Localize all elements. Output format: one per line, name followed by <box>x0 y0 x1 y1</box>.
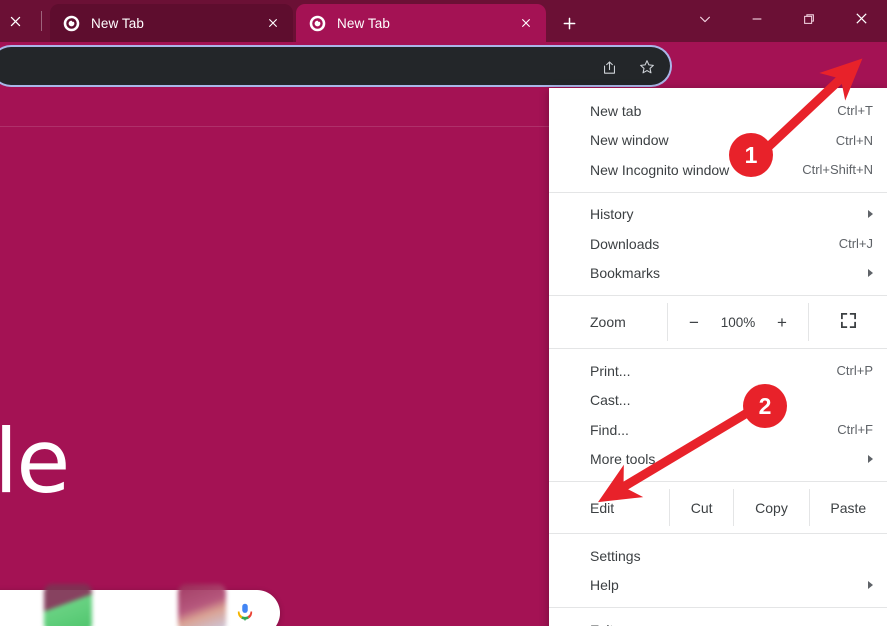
chrome-main-menu: New tab Ctrl+T New window Ctrl+N New Inc… <box>549 88 887 626</box>
tab-active[interactable]: New Tab <box>296 4 546 42</box>
menu-item-label: More tools <box>590 451 656 468</box>
browser-window: New Tab New Tab le New tab Ctrl+T New wi… <box>0 0 887 626</box>
tab-strip: New Tab New Tab <box>0 0 887 42</box>
chrome-icon <box>309 15 326 32</box>
chevron-down-icon <box>698 12 712 31</box>
submenu-arrow-icon <box>868 210 873 219</box>
menu-item-find[interactable]: Find... Ctrl+F <box>549 415 887 445</box>
tab-title: New Tab <box>91 15 144 31</box>
shortcut-tile[interactable] <box>44 584 92 626</box>
menu-item-label: Downloads <box>590 235 660 252</box>
menu-item-label: New tab <box>590 102 642 119</box>
menu-item-print[interactable]: Print... Ctrl+P <box>549 356 887 386</box>
menu-item-downloads[interactable]: Downloads Ctrl+J <box>549 229 887 259</box>
menu-item-shortcut: Ctrl+Shift+N <box>802 162 873 178</box>
restore-icon <box>802 12 816 31</box>
menu-item-history[interactable]: History <box>549 200 887 230</box>
shortcut-tile[interactable] <box>178 584 226 626</box>
menu-item-label: Exit <box>590 622 873 626</box>
minimize-icon <box>750 12 764 31</box>
browser-toolbar <box>0 42 887 121</box>
new-tab-button[interactable] <box>556 10 582 36</box>
annotation-badge-2: 2 <box>743 384 787 428</box>
zoom-in-button[interactable]: + <box>765 303 799 341</box>
menu-item-bookmarks[interactable]: Bookmarks <box>549 259 887 289</box>
zoom-controls: − 100% + <box>667 303 809 341</box>
menu-item-help[interactable]: Help <box>549 571 887 601</box>
menu-item-new-tab[interactable]: New tab Ctrl+T <box>549 96 887 126</box>
copy-button[interactable]: Copy <box>733 489 808 526</box>
fullscreen-button[interactable] <box>809 303 887 341</box>
star-icon[interactable] <box>636 56 658 78</box>
menu-item-label: Help <box>590 577 619 594</box>
tab-close-icon[interactable] <box>516 13 536 33</box>
menu-item-new-window[interactable]: New window Ctrl+N <box>549 126 887 156</box>
search-box[interactable] <box>0 590 280 626</box>
menu-item-shortcut: Ctrl+J <box>838 236 873 252</box>
menu-item-settings[interactable]: Settings <box>549 541 887 571</box>
zoom-label: Zoom <box>590 314 626 330</box>
menu-row-edit: Edit Cut Copy Paste <box>549 489 887 526</box>
tab-close-icon[interactable] <box>263 13 283 33</box>
window-controls <box>679 0 887 42</box>
zoom-out-button[interactable]: − <box>677 303 711 341</box>
close-icon <box>854 11 869 31</box>
menu-row-zoom: Zoom − 100% + <box>549 303 887 341</box>
menu-item-label: Print... <box>590 362 631 379</box>
menu-item-label: Cast... <box>590 392 631 409</box>
menu-separator <box>549 191 887 193</box>
menu-separator <box>549 348 887 349</box>
menu-item-cast[interactable]: Cast... <box>549 386 887 416</box>
share-icon[interactable] <box>598 56 620 78</box>
google-logo: gle <box>0 410 70 513</box>
menu-item-shortcut: Ctrl+N <box>835 132 873 148</box>
menu-item-label: New window <box>590 132 669 149</box>
submenu-arrow-icon <box>868 581 873 590</box>
chrome-icon <box>63 15 80 32</box>
menu-separator <box>549 295 887 296</box>
menu-item-shortcut: Ctrl+P <box>836 363 873 379</box>
annotation-badge-1: 1 <box>729 133 773 177</box>
menu-item-label: Bookmarks <box>590 265 661 282</box>
minimize-button[interactable] <box>731 0 783 42</box>
menu-item-label: Settings <box>590 547 641 564</box>
fullscreen-icon <box>840 312 857 332</box>
menu-item-new-incognito-window[interactable]: New Incognito window Ctrl+Shift+N <box>549 155 887 185</box>
menu-separator <box>549 481 887 482</box>
menu-item-more-tools[interactable]: More tools <box>549 445 887 475</box>
close-window-button[interactable] <box>835 0 887 42</box>
microphone-icon[interactable] <box>234 601 256 623</box>
menu-separator <box>549 607 887 608</box>
submenu-arrow-icon <box>868 269 873 278</box>
maximize-button[interactable] <box>783 0 835 42</box>
tab-inactive[interactable]: New Tab <box>50 4 293 42</box>
menu-item-exit[interactable]: Exit <box>549 615 887 626</box>
menu-item-shortcut: Ctrl+F <box>837 422 873 438</box>
menu-item-shortcut: Ctrl+T <box>837 103 873 119</box>
menu-separator <box>549 533 887 534</box>
address-bar[interactable] <box>0 47 670 85</box>
zoom-level: 100% <box>720 314 756 330</box>
tab-divider <box>41 11 42 31</box>
tab-title: New Tab <box>337 15 390 31</box>
cut-button[interactable]: Cut <box>669 489 733 526</box>
menu-item-label: History <box>590 206 634 223</box>
submenu-arrow-icon <box>868 455 873 464</box>
paste-button[interactable]: Paste <box>808 489 887 526</box>
menu-item-label: Find... <box>590 421 629 438</box>
tab-close-icon-leftmost[interactable] <box>4 10 26 32</box>
tab-search-button[interactable] <box>679 0 731 42</box>
edit-label: Edit <box>590 499 615 516</box>
